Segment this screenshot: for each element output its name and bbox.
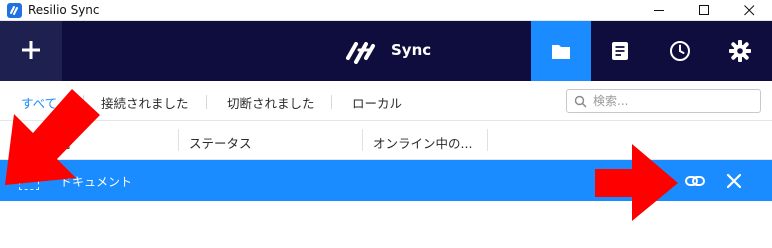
add-folder-button[interactable] — [0, 21, 62, 81]
share-link-button[interactable] — [684, 170, 706, 192]
minimize-button[interactable] — [637, 0, 682, 21]
folder-icon — [552, 45, 570, 59]
window-title-bar: Resilio Sync — [0, 0, 772, 21]
maximize-button[interactable] — [682, 0, 727, 21]
gear-icon — [729, 40, 751, 62]
annotation-arrow-right — [595, 144, 678, 221]
tab-divider — [331, 95, 332, 109]
column-divider — [178, 129, 179, 151]
column-divider — [362, 129, 363, 151]
resilio-app-icon — [7, 3, 22, 18]
close-window-button[interactable] — [727, 0, 772, 21]
column-online-peers[interactable]: オンライン中の... — [373, 133, 472, 152]
nav-folders-button[interactable] — [531, 21, 591, 81]
document-list-icon — [612, 42, 628, 60]
close-icon — [726, 173, 742, 189]
nav-settings-button[interactable] — [710, 21, 770, 81]
clock-icon — [670, 41, 690, 61]
filter-tabs: すべて 接続されました 切断されました ローカル — [0, 81, 772, 121]
search-input[interactable] — [593, 92, 753, 110]
search-icon — [574, 95, 587, 108]
resilio-logo — [346, 42, 375, 64]
annotation-arrow-left — [5, 89, 100, 185]
column-divider — [487, 129, 488, 151]
tab-local[interactable]: ローカル — [352, 93, 402, 112]
window-title: Resilio Sync — [28, 3, 100, 17]
app-header: Sync — [0, 21, 772, 81]
remove-folder-button[interactable] — [723, 170, 745, 192]
tab-connected[interactable]: 接続されました — [101, 93, 189, 112]
nav-clock-button[interactable] — [650, 21, 710, 81]
brand-name: Sync — [391, 41, 432, 59]
link-icon — [685, 176, 705, 186]
plus-icon — [22, 41, 40, 59]
tab-divider — [206, 95, 207, 109]
tab-disconnected[interactable]: 切断されました — [227, 93, 315, 112]
nav-history-button[interactable] — [590, 21, 650, 81]
search-box[interactable] — [566, 89, 761, 113]
column-status[interactable]: ステータス — [189, 133, 252, 152]
